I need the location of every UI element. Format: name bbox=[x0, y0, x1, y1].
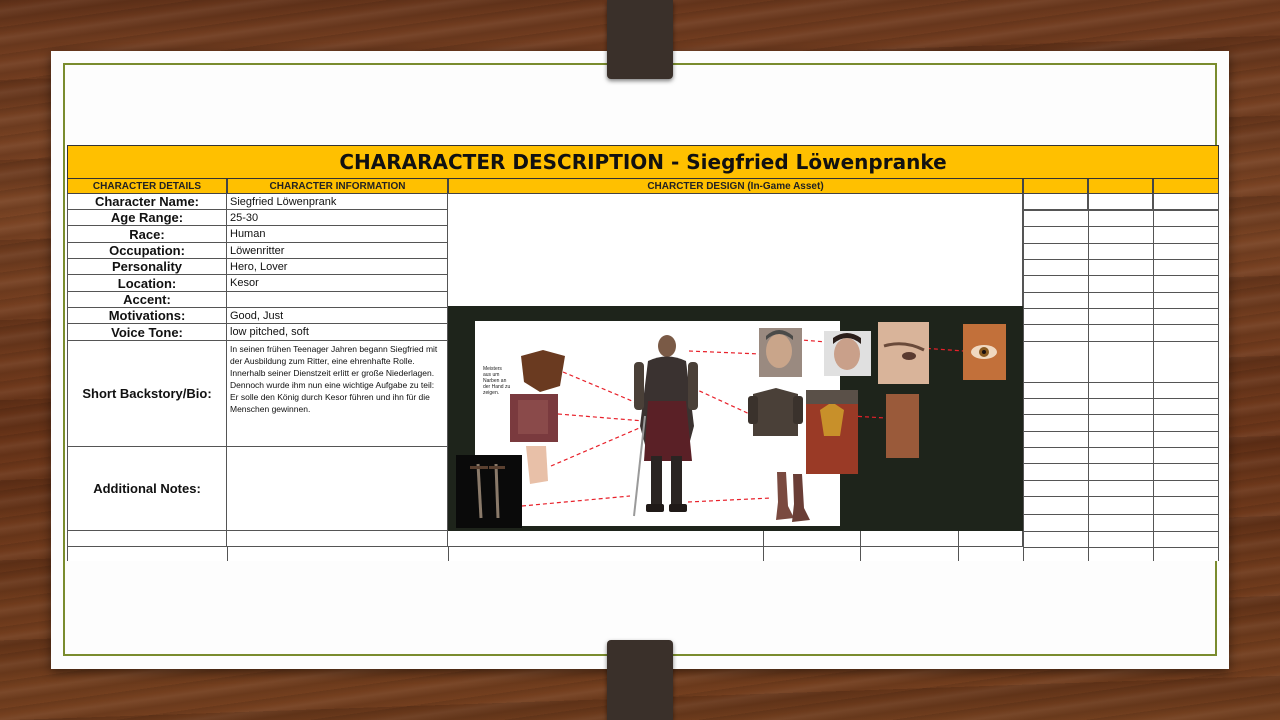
face-portrait-1 bbox=[759, 328, 802, 377]
label-voice-tone: Voice Tone: bbox=[67, 324, 227, 341]
header-design: CHARCTER DESIGN (In-Game Asset) bbox=[448, 179, 1023, 194]
sheet-title: CHARARACTER DESCRIPTION - Siegfried Löwe… bbox=[339, 150, 947, 174]
sheet-title-bar: CHARARACTER DESCRIPTION - Siegfried Löwe… bbox=[67, 145, 1219, 179]
grid-line bbox=[1023, 259, 1219, 260]
value-race[interactable]: Human bbox=[227, 226, 448, 243]
value-backstory[interactable]: In seinen frühen Teenager Jahren begann … bbox=[227, 341, 448, 447]
value-motivations[interactable]: Good, Just bbox=[227, 308, 448, 324]
grid-line bbox=[1023, 243, 1219, 244]
callout-line bbox=[688, 350, 761, 355]
grid-line bbox=[448, 547, 449, 561]
callout-line bbox=[562, 371, 645, 407]
empty-cell[interactable] bbox=[227, 531, 448, 547]
hand-asset bbox=[526, 446, 548, 484]
label-motivations: Motivations: bbox=[67, 308, 227, 324]
label-age-range: Age Range: bbox=[67, 210, 227, 226]
grid-line bbox=[1023, 382, 1219, 383]
grid-line bbox=[1023, 398, 1219, 399]
label-occupation: Occupation: bbox=[67, 243, 227, 259]
header-empty-2 bbox=[1088, 179, 1153, 194]
eye-closeup bbox=[963, 324, 1006, 380]
header-empty-1 bbox=[1023, 179, 1088, 194]
callout-line bbox=[692, 387, 755, 417]
grid-line bbox=[1023, 194, 1024, 561]
grid-line bbox=[1023, 531, 1219, 532]
grid-line bbox=[1023, 324, 1219, 325]
grid-line bbox=[1023, 431, 1219, 432]
empty-cell[interactable] bbox=[1153, 194, 1219, 210]
leather-swatch bbox=[886, 394, 919, 458]
bottom-strap bbox=[607, 640, 673, 720]
grid-line bbox=[67, 547, 68, 561]
value-location[interactable]: Kesor bbox=[227, 275, 448, 292]
knight-figure bbox=[633, 335, 698, 517]
value-voice-tone[interactable]: low pitched, soft bbox=[227, 324, 448, 341]
grid-line bbox=[958, 531, 959, 561]
value-additional-notes[interactable] bbox=[227, 447, 448, 531]
callout-line bbox=[687, 497, 772, 503]
empty-cell[interactable] bbox=[1088, 194, 1153, 210]
boots-asset bbox=[776, 472, 810, 522]
armor-asset bbox=[748, 388, 803, 436]
callout-line bbox=[521, 495, 631, 507]
grid-line bbox=[1023, 514, 1219, 515]
grid-line bbox=[763, 531, 764, 561]
label-additional-notes: Additional Notes: bbox=[67, 447, 227, 531]
top-strap bbox=[607, 0, 673, 79]
callout-line bbox=[557, 413, 645, 422]
label-location: Location: bbox=[67, 275, 227, 292]
grid-line bbox=[1023, 341, 1219, 342]
cloth-asset bbox=[510, 394, 558, 442]
header-details: CHARACTER DETAILS bbox=[67, 179, 227, 194]
design-note: Meisters aus um Narben an der Hand zu ze… bbox=[483, 366, 511, 396]
grid-line bbox=[1088, 194, 1089, 561]
grid-line bbox=[1023, 414, 1219, 415]
swords-asset bbox=[456, 455, 522, 528]
grid-line bbox=[1023, 226, 1219, 227]
design-image[interactable]: Meisters aus um Narben an der Hand zu ze… bbox=[448, 306, 1023, 531]
value-occupation[interactable]: Löwenritter bbox=[227, 243, 448, 259]
face-portrait-2 bbox=[824, 331, 871, 376]
label-personality: Personality bbox=[67, 259, 227, 275]
design-area bbox=[448, 194, 1023, 306]
grid-line bbox=[1023, 308, 1219, 309]
value-character-name[interactable]: Siegfried Löwenprank bbox=[227, 194, 448, 210]
empty-cell[interactable] bbox=[67, 531, 227, 547]
grid-line bbox=[1023, 210, 1219, 211]
face-closeup bbox=[878, 322, 929, 384]
design-illustration bbox=[456, 322, 1006, 528]
value-personality[interactable]: Hero, Lover bbox=[227, 259, 448, 275]
grid-line bbox=[1023, 447, 1219, 448]
value-accent[interactable] bbox=[227, 292, 448, 308]
header-empty-3 bbox=[1153, 179, 1219, 194]
tabard-asset bbox=[806, 390, 858, 474]
grid-line bbox=[227, 547, 228, 561]
grid-line bbox=[1023, 496, 1219, 497]
grid-line bbox=[1023, 480, 1219, 481]
header-information: CHARACTER INFORMATION bbox=[227, 179, 448, 194]
empty-cell[interactable] bbox=[448, 531, 1023, 547]
value-age-range[interactable]: 25-30 bbox=[227, 210, 448, 226]
grid-line bbox=[860, 531, 861, 561]
label-character-name: Character Name: bbox=[67, 194, 227, 210]
empty-cell[interactable] bbox=[1023, 194, 1088, 210]
label-race: Race: bbox=[67, 226, 227, 243]
grid-line bbox=[1023, 275, 1219, 276]
grid-line bbox=[1153, 194, 1154, 561]
callout-line bbox=[550, 425, 645, 467]
glove-asset bbox=[521, 350, 565, 392]
grid-line bbox=[1023, 463, 1219, 464]
grid-line bbox=[1023, 292, 1219, 293]
label-backstory: Short Backstory/Bio: bbox=[67, 341, 227, 447]
grid-line bbox=[1023, 547, 1219, 548]
character-sheet: CHARARACTER DESCRIPTION - Siegfried Löwe… bbox=[67, 145, 1219, 561]
label-accent: Accent: bbox=[67, 292, 227, 308]
grid-line bbox=[1218, 194, 1219, 561]
